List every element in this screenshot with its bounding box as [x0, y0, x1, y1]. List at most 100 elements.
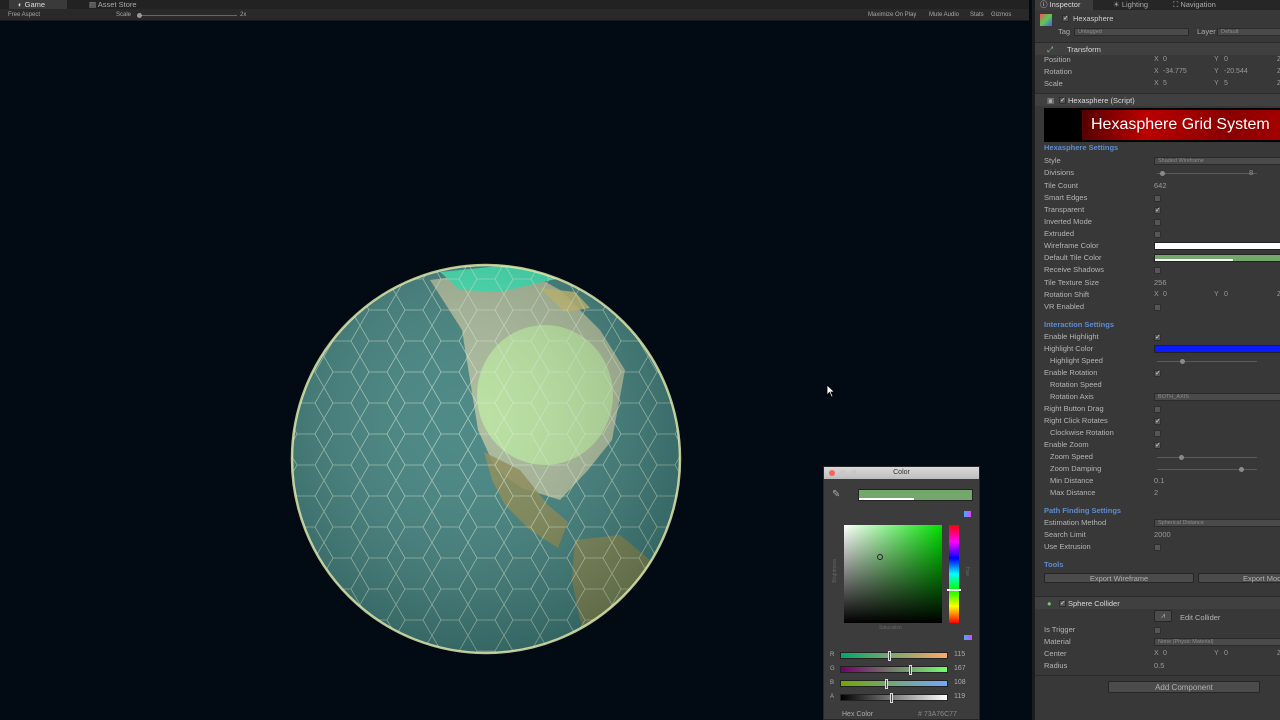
minimize-icon[interactable] — [840, 470, 846, 476]
divisions-slider[interactable] — [1157, 171, 1257, 176]
saturation-brightness-square[interactable] — [844, 525, 942, 623]
palette-icon[interactable] — [964, 511, 971, 517]
vr-enabled-checkbox[interactable] — [1154, 304, 1161, 311]
scale-y-field[interactable]: 5 — [1224, 78, 1228, 90]
alpha-channel-slider[interactable] — [840, 693, 948, 703]
material-field[interactable]: None (Physic Material) — [1154, 638, 1280, 646]
zoom-damping-slider[interactable] — [1157, 467, 1257, 472]
radius-field[interactable]: 0.5 — [1154, 660, 1164, 672]
active-checkbox[interactable]: ✓ — [1062, 15, 1069, 22]
default-tile-color-field[interactable] — [1154, 254, 1280, 262]
gameobject-cube-icon — [1040, 14, 1052, 26]
search-limit-field[interactable]: 2000 — [1154, 529, 1171, 541]
enable-zoom-checkbox[interactable]: ✓ — [1154, 442, 1161, 449]
divisions-value[interactable]: 8 — [1249, 167, 1253, 179]
mouse-cursor-icon — [826, 384, 836, 398]
highlight-speed-knob[interactable] — [1180, 359, 1185, 364]
rotation-shift-y-field[interactable]: 0 — [1224, 289, 1228, 301]
tag-dropdown[interactable]: Untagged — [1074, 28, 1189, 36]
inverted-mode-checkbox[interactable] — [1154, 219, 1161, 226]
hue-slider[interactable] — [947, 525, 961, 623]
rotation-x-field[interactable]: -34.775 — [1163, 66, 1187, 78]
color-picker-window[interactable]: Color ✎ Brightness Hue Saturation R 115 … — [823, 466, 980, 720]
tile-count-value: 642 — [1154, 181, 1167, 190]
enable-highlight-checkbox[interactable]: ✓ — [1154, 334, 1161, 341]
enable-rotation-checkbox[interactable]: ✓ — [1154, 370, 1161, 377]
min-distance-field[interactable]: 0.1 — [1154, 475, 1164, 487]
use-extrusion-checkbox[interactable] — [1154, 544, 1161, 551]
estimation-method-row: Estimation Method Spherical Distance — [1044, 517, 1280, 529]
green-channel-value[interactable]: 167 — [954, 664, 966, 674]
red-channel-value[interactable]: 115 — [954, 650, 965, 660]
collider-enabled-checkbox[interactable]: ✓ — [1059, 600, 1066, 607]
right-click-rotates-checkbox[interactable]: ✓ — [1154, 418, 1161, 425]
red-channel-slider[interactable] — [840, 651, 948, 661]
right-button-drag-checkbox[interactable] — [1154, 406, 1161, 413]
radius-label: Radius — [1044, 661, 1068, 670]
smart-edges-checkbox[interactable] — [1154, 195, 1161, 202]
scale-x-field[interactable]: 5 — [1163, 78, 1167, 90]
zoom-speed-slider[interactable] — [1157, 455, 1257, 460]
center-x-field[interactable]: 0 — [1163, 648, 1167, 660]
transparent-checkbox[interactable]: ✓ — [1154, 207, 1161, 214]
estimation-method-dropdown[interactable]: Spherical Distance — [1154, 519, 1280, 527]
color-selector-ring[interactable] — [877, 554, 883, 560]
edit-collider-button[interactable]: ⩘ — [1154, 610, 1172, 622]
highlight-speed-slider[interactable] — [1157, 359, 1257, 364]
receive-shadows-label: Receive Shadows — [1044, 265, 1105, 274]
export-wireframe-button[interactable]: Export Wireframe — [1044, 573, 1194, 583]
hue-slider-knob[interactable] — [947, 589, 961, 591]
layer-dropdown[interactable]: Default — [1217, 28, 1280, 36]
alpha-channel-knob[interactable] — [889, 693, 893, 703]
brightness-label: Brightness — [832, 559, 838, 583]
tile-color-alpha-strip — [1155, 259, 1233, 261]
blue-channel-knob[interactable] — [885, 679, 889, 689]
tile-texture-size-field[interactable]: 256 — [1154, 277, 1167, 289]
close-icon[interactable] — [829, 470, 835, 476]
position-x-field[interactable]: 0 — [1163, 54, 1167, 66]
sphere-collider-header[interactable]: ● ✓ Sphere Collider — [1035, 596, 1280, 609]
wireframe-color-field[interactable] — [1154, 242, 1280, 250]
rotation-axis-dropdown[interactable]: BOTH_AXIS — [1154, 393, 1280, 401]
eyedropper-icon[interactable]: ✎ — [832, 489, 840, 500]
enable-zoom-row: Enable Zoom ✓ — [1044, 439, 1280, 451]
rotation-speed-row: Rotation Speed — [1044, 379, 1280, 391]
add-component-button[interactable]: Add Component — [1108, 681, 1260, 693]
rotation-shift-x-field[interactable]: 0 — [1163, 289, 1167, 301]
script-enabled-checkbox[interactable]: ✓ — [1059, 97, 1066, 104]
hexasphere-script-header[interactable]: ▣ ✓ Hexasphere (Script) — [1035, 93, 1280, 106]
zoom-damping-knob[interactable] — [1239, 467, 1244, 472]
rotation-y-field[interactable]: -20.544 — [1224, 66, 1248, 78]
highlight-color-field[interactable] — [1154, 345, 1280, 353]
slider-mode-icon[interactable] — [964, 635, 972, 640]
hex-color-field[interactable]: # 73A76C77 — [918, 711, 957, 718]
extruded-checkbox[interactable] — [1154, 231, 1161, 238]
zoom-damping-label: Zoom Damping — [1050, 464, 1102, 473]
radius-row: Radius 0.5 — [1044, 660, 1280, 672]
red-channel-knob[interactable] — [887, 651, 891, 661]
zoom-icon[interactable] — [851, 470, 857, 476]
blue-channel-value[interactable]: 108 — [954, 678, 966, 688]
green-channel-knob[interactable] — [909, 665, 913, 675]
tab-inspector[interactable]: ⓘ Inspector — [1035, 0, 1093, 10]
blue-channel-slider[interactable] — [840, 679, 948, 689]
zoom-speed-knob[interactable] — [1179, 455, 1184, 460]
max-distance-field[interactable]: 2 — [1154, 487, 1158, 499]
center-y-field[interactable]: 0 — [1224, 648, 1228, 660]
tab-navigation[interactable]: ⛶ Navigation — [1173, 0, 1216, 10]
receive-shadows-checkbox[interactable] — [1154, 267, 1161, 274]
rotation-axis-label: Rotation Axis — [1050, 392, 1094, 401]
green-channel-slider[interactable] — [840, 665, 948, 675]
position-row: PositionX0Y0Z — [1044, 54, 1280, 66]
color-picker-titlebar[interactable]: Color — [824, 467, 979, 479]
divisions-slider-knob[interactable] — [1159, 171, 1165, 176]
position-y-field[interactable]: 0 — [1224, 54, 1228, 66]
clockwise-rotation-checkbox[interactable] — [1154, 430, 1161, 437]
export-model-button[interactable]: Export Model — [1198, 573, 1280, 583]
object-name-field[interactable]: Hexasphere — [1073, 14, 1113, 23]
tab-lighting[interactable]: ☀ Lighting — [1113, 0, 1148, 10]
alpha-channel-value[interactable]: 119 — [954, 692, 965, 702]
style-dropdown[interactable]: Shaded Wireframe — [1154, 157, 1280, 165]
tile-count-row: Tile Count 642 — [1044, 180, 1280, 192]
is-trigger-checkbox[interactable] — [1154, 627, 1161, 634]
